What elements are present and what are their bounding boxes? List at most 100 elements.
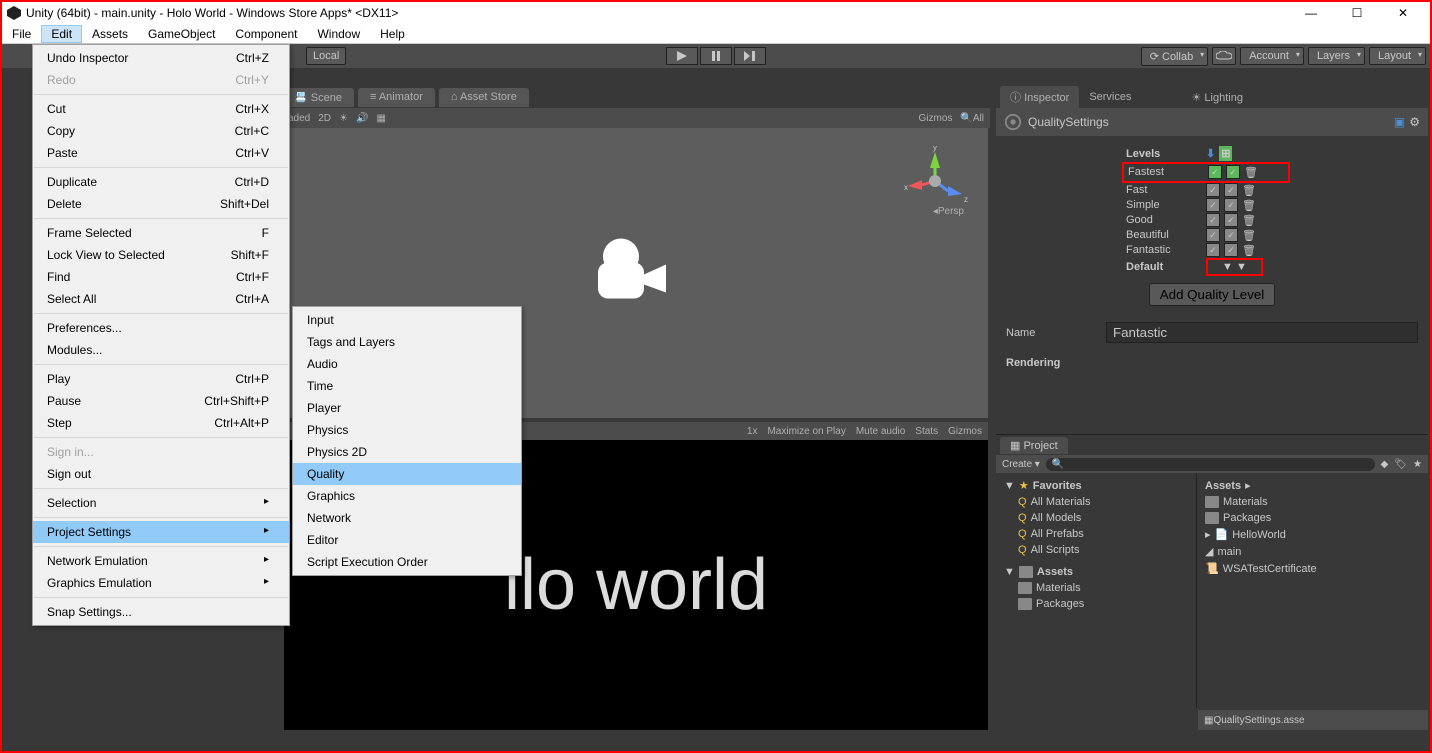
submenu-graphics[interactable]: Graphics bbox=[293, 485, 521, 507]
item-helloworld[interactable]: ▸ 📄 HelloWorld bbox=[1201, 526, 1424, 543]
shaded-label[interactable]: aded bbox=[288, 113, 310, 124]
item-wsa-cert[interactable]: 📜 WSATestCertificate bbox=[1201, 560, 1424, 577]
edit-menu-frame-selected[interactable]: Frame SelectedF bbox=[33, 222, 289, 244]
edit-menu-pause[interactable]: PauseCtrl+Shift+P bbox=[33, 390, 289, 412]
submenu-player[interactable]: Player bbox=[293, 397, 521, 419]
edit-menu-project-settings[interactable]: Project Settings▸ bbox=[33, 521, 289, 543]
layers-dropdown[interactable]: Layers bbox=[1308, 47, 1365, 65]
tab-scene[interactable]: 📇 Scene bbox=[282, 88, 354, 107]
create-dropdown[interactable]: Create ▾ bbox=[1002, 459, 1040, 470]
level-good[interactable]: Good bbox=[1126, 214, 1206, 226]
mute-audio[interactable]: Mute audio bbox=[856, 426, 905, 437]
collab-dropdown[interactable]: ⟳ Collab bbox=[1141, 47, 1208, 66]
tab-lighting[interactable]: ☀ Lighting bbox=[1182, 88, 1253, 107]
edit-menu-paste[interactable]: PasteCtrl+V bbox=[33, 142, 289, 164]
close-button[interactable]: ✕ bbox=[1380, 2, 1426, 24]
edit-menu-lock-view-to-selected[interactable]: Lock View to SelectedShift+F bbox=[33, 244, 289, 266]
menu-gameobject[interactable]: GameObject bbox=[138, 25, 225, 43]
edit-menu-graphics-emulation[interactable]: Graphics Emulation▸ bbox=[33, 572, 289, 594]
layout-dropdown[interactable]: Layout bbox=[1369, 47, 1426, 65]
edit-menu-cut[interactable]: CutCtrl+X bbox=[33, 98, 289, 120]
fav-all-scripts[interactable]: Q All Scripts bbox=[1000, 542, 1192, 558]
fastest-check2[interactable]: ✓ bbox=[1226, 165, 1240, 179]
edit-menu-find[interactable]: FindCtrl+F bbox=[33, 266, 289, 288]
help-icon[interactable]: ▣ bbox=[1394, 115, 1405, 129]
item-main[interactable]: ◢ main bbox=[1201, 543, 1424, 560]
item-materials[interactable]: Materials bbox=[1201, 494, 1424, 510]
submenu-input[interactable]: Input bbox=[293, 309, 521, 331]
edit-menu-select-all[interactable]: Select AllCtrl+A bbox=[33, 288, 289, 310]
minimize-button[interactable]: — bbox=[1288, 2, 1334, 24]
fav-all-models[interactable]: Q All Models bbox=[1000, 510, 1192, 526]
menu-help[interactable]: Help bbox=[370, 25, 415, 43]
stats-toggle[interactable]: Stats bbox=[915, 426, 938, 437]
pause-button[interactable] bbox=[700, 47, 732, 65]
fastest-check1[interactable]: ✓ bbox=[1208, 165, 1222, 179]
submenu-script-execution-order[interactable]: Script Execution Order bbox=[293, 551, 521, 573]
submenu-tags-and-layers[interactable]: Tags and Layers bbox=[293, 331, 521, 353]
edit-menu-network-emulation[interactable]: Network Emulation▸ bbox=[33, 550, 289, 572]
assets-header[interactable]: ▼ Assets bbox=[1000, 564, 1192, 580]
favorites-header[interactable]: ▼★ Favorites bbox=[1000, 477, 1192, 494]
tab-animator[interactable]: ≡ Animator bbox=[358, 88, 435, 107]
submenu-time[interactable]: Time bbox=[293, 375, 521, 397]
play-button[interactable] bbox=[666, 47, 698, 65]
tab-services[interactable]: Services bbox=[1079, 88, 1141, 106]
menu-edit[interactable]: Edit bbox=[41, 25, 82, 43]
submenu-network[interactable]: Network bbox=[293, 507, 521, 529]
menu-assets[interactable]: Assets bbox=[82, 25, 138, 43]
tab-asset-store[interactable]: ⌂ Asset Store bbox=[439, 88, 529, 107]
item-packages[interactable]: Packages bbox=[1201, 510, 1424, 526]
search-all[interactable]: 🔍All bbox=[960, 113, 984, 124]
cloud-icon[interactable] bbox=[1212, 47, 1236, 65]
edit-menu-redo[interactable]: RedoCtrl+Y bbox=[33, 69, 289, 91]
fav-all-materials[interactable]: Q All Materials bbox=[1000, 494, 1192, 510]
submenu-editor[interactable]: Editor bbox=[293, 529, 521, 551]
filter-icon[interactable]: ◆ bbox=[1381, 459, 1389, 470]
level-beautiful[interactable]: Beautiful bbox=[1126, 229, 1206, 241]
game-gizmos[interactable]: Gizmos bbox=[948, 426, 982, 437]
edit-menu-selection[interactable]: Selection▸ bbox=[33, 492, 289, 514]
tab-inspector[interactable]: ⓘ Inspector bbox=[1000, 86, 1079, 108]
tag-icon[interactable]: 🏷 bbox=[1394, 459, 1407, 470]
menu-component[interactable]: Component bbox=[225, 25, 307, 43]
edit-menu-sign-out[interactable]: Sign out bbox=[33, 463, 289, 485]
level-fastest[interactable]: Fastest bbox=[1128, 166, 1208, 178]
assets-materials[interactable]: Materials bbox=[1000, 580, 1192, 596]
light-icon[interactable]: ☀ bbox=[339, 113, 348, 124]
assets-breadcrumb[interactable]: Assets ▸ bbox=[1201, 477, 1424, 494]
submenu-physics-d[interactable]: Physics 2D bbox=[293, 441, 521, 463]
menu-file[interactable]: File bbox=[2, 25, 41, 43]
persp-label[interactable]: ◂Persp bbox=[933, 206, 964, 217]
edit-menu-play[interactable]: PlayCtrl+P bbox=[33, 368, 289, 390]
level-fast[interactable]: Fast bbox=[1126, 184, 1206, 196]
edit-menu-delete[interactable]: DeleteShift+Del bbox=[33, 193, 289, 215]
menu-window[interactable]: Window bbox=[307, 25, 370, 43]
submenu-quality[interactable]: Quality bbox=[293, 463, 521, 485]
local-button[interactable]: Local bbox=[306, 47, 346, 65]
star-icon[interactable]: ★ bbox=[1413, 459, 1422, 470]
edit-menu-preferences-[interactable]: Preferences... bbox=[33, 317, 289, 339]
fx-icon[interactable]: ▦ bbox=[376, 113, 385, 124]
level-simple[interactable]: Simple bbox=[1126, 199, 1206, 211]
2d-toggle[interactable]: 2D bbox=[318, 113, 331, 124]
name-input[interactable] bbox=[1106, 322, 1418, 343]
trash-icon[interactable]: 🗑 bbox=[1244, 166, 1258, 179]
maximize-button[interactable]: ☐ bbox=[1334, 2, 1380, 24]
edit-menu-modules-[interactable]: Modules... bbox=[33, 339, 289, 361]
step-button[interactable] bbox=[734, 47, 766, 65]
audio-icon[interactable]: 🔊 bbox=[356, 113, 368, 124]
edit-menu-step[interactable]: StepCtrl+Alt+P bbox=[33, 412, 289, 434]
edit-menu-duplicate[interactable]: DuplicateCtrl+D bbox=[33, 171, 289, 193]
gizmos-dropdown[interactable]: Gizmos bbox=[919, 113, 953, 124]
settings-icon[interactable]: ⚙ bbox=[1409, 115, 1420, 129]
add-quality-button[interactable]: Add Quality Level bbox=[1149, 283, 1275, 306]
edit-menu-copy[interactable]: CopyCtrl+C bbox=[33, 120, 289, 142]
maximize-on-play[interactable]: Maximize on Play bbox=[767, 426, 845, 437]
edit-menu-snap-settings-[interactable]: Snap Settings... bbox=[33, 601, 289, 623]
default-arrow2[interactable]: ▼ bbox=[1236, 261, 1247, 273]
tab-project[interactable]: ▦ Project bbox=[1000, 437, 1068, 454]
submenu-audio[interactable]: Audio bbox=[293, 353, 521, 375]
level-fantastic[interactable]: Fantastic bbox=[1126, 244, 1206, 256]
submenu-physics[interactable]: Physics bbox=[293, 419, 521, 441]
